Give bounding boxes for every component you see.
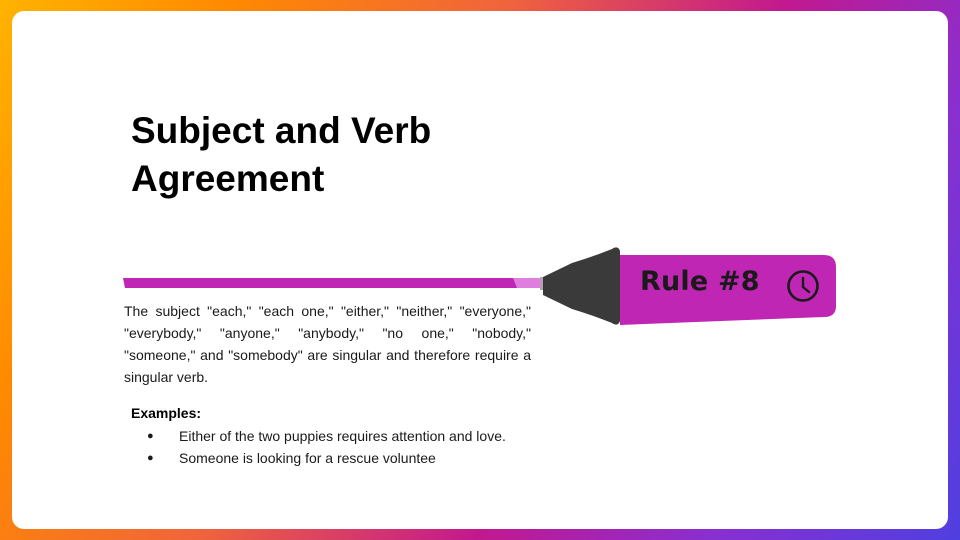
list-item: ● Either of the two puppies requires att… [143,425,506,447]
rule-description: The subject "each," "each one," "either,… [124,303,531,385]
bullet-icon: ● [147,430,154,442]
examples-list: ● Either of the two puppies requires att… [143,425,506,469]
rule-label: Rule #8 [640,266,760,297]
highlighter-tip [543,247,620,325]
example-text: Someone is looking for a rescue voluntee [179,450,436,466]
examples-label: Examples: [131,405,202,421]
highlight-stroke [123,278,518,288]
slide-card: Subject and Verb Agreement Rule #8 The s… [12,11,948,529]
clock-icon [787,270,819,302]
bullet-icon: ● [147,452,154,464]
highlight-stroke-light [513,278,543,288]
example-text: Either of the two puppies requires atten… [179,428,506,444]
list-item: ● Someone is looking for a rescue volunt… [143,447,506,469]
